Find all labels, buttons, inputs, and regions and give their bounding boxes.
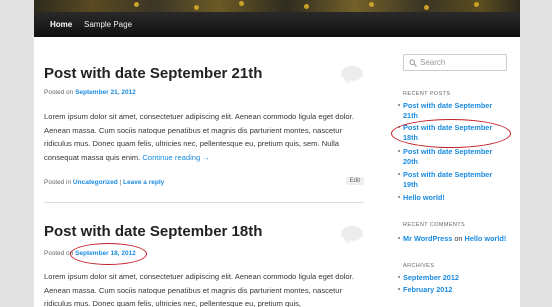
- comment-bubble-icon[interactable]: [341, 226, 363, 245]
- post-excerpt: Lorem ipsum dolor sit amet, consectetuer…: [44, 270, 362, 307]
- search-placeholder: Search: [420, 58, 446, 67]
- recent-comments-heading: RECENT COMMENTS: [403, 222, 466, 228]
- comment-on-label: on: [454, 234, 463, 243]
- excerpt-text: Lorem ipsum dolor sit amet, consectetuer…: [44, 272, 354, 307]
- archives-heading: ARCHIVES: [403, 263, 435, 269]
- footer-separator: |: [119, 179, 122, 186]
- search-input[interactable]: Search: [403, 54, 507, 71]
- continue-reading-link[interactable]: Continue reading →: [142, 153, 210, 162]
- comment-post-link[interactable]: Hello world!: [465, 234, 507, 243]
- header-banner-image: [34, 0, 520, 12]
- comment-author-link[interactable]: Mr WordPress: [403, 234, 452, 243]
- post-footer: Posted in Uncategorized | Leave a reply …: [44, 177, 364, 186]
- recent-post-link[interactable]: Post with date September 20th: [398, 147, 498, 166]
- recent-posts-heading: RECENT POSTS: [403, 91, 451, 97]
- leave-reply-link[interactable]: Leave a reply: [123, 179, 164, 186]
- search-icon: [409, 59, 417, 67]
- post-excerpt: Lorem ipsum dolor sit amet, consectetuer…: [44, 110, 362, 164]
- recent-post-link[interactable]: Hello world!: [398, 193, 498, 203]
- post-meta: Posted on September 21, 2012: [44, 89, 136, 96]
- annotation-circle: [70, 243, 147, 265]
- page-content: Post with date September 21th Posted on …: [34, 37, 520, 307]
- recent-post-link[interactable]: Post with date September 19th: [398, 170, 498, 189]
- archive-link[interactable]: February 2012: [398, 285, 453, 295]
- recent-comment: Mr WordPress on Hello world!: [398, 234, 507, 243]
- post-title[interactable]: Post with date September 21th: [44, 65, 262, 82]
- post-title[interactable]: Post with date September 18th: [44, 223, 262, 240]
- edit-button[interactable]: Edit: [345, 177, 364, 185]
- category-link[interactable]: Uncategorized: [73, 179, 118, 186]
- posted-on-label: Posted on: [44, 250, 74, 257]
- post-divider: [44, 202, 364, 203]
- posted-on-label: Posted on: [44, 89, 74, 96]
- post-date-link[interactable]: September 21, 2012: [75, 89, 136, 96]
- main-navigation: Home Sample Page: [34, 12, 520, 37]
- comment-bubble-icon[interactable]: [341, 66, 363, 85]
- annotation-circle: [391, 119, 511, 148]
- recent-post-link[interactable]: Post with date September 21th: [398, 101, 498, 120]
- archive-link[interactable]: September 2012: [398, 273, 459, 283]
- nav-sample-page-link[interactable]: Sample Page: [74, 12, 142, 37]
- posted-in-label: Posted in: [44, 179, 72, 186]
